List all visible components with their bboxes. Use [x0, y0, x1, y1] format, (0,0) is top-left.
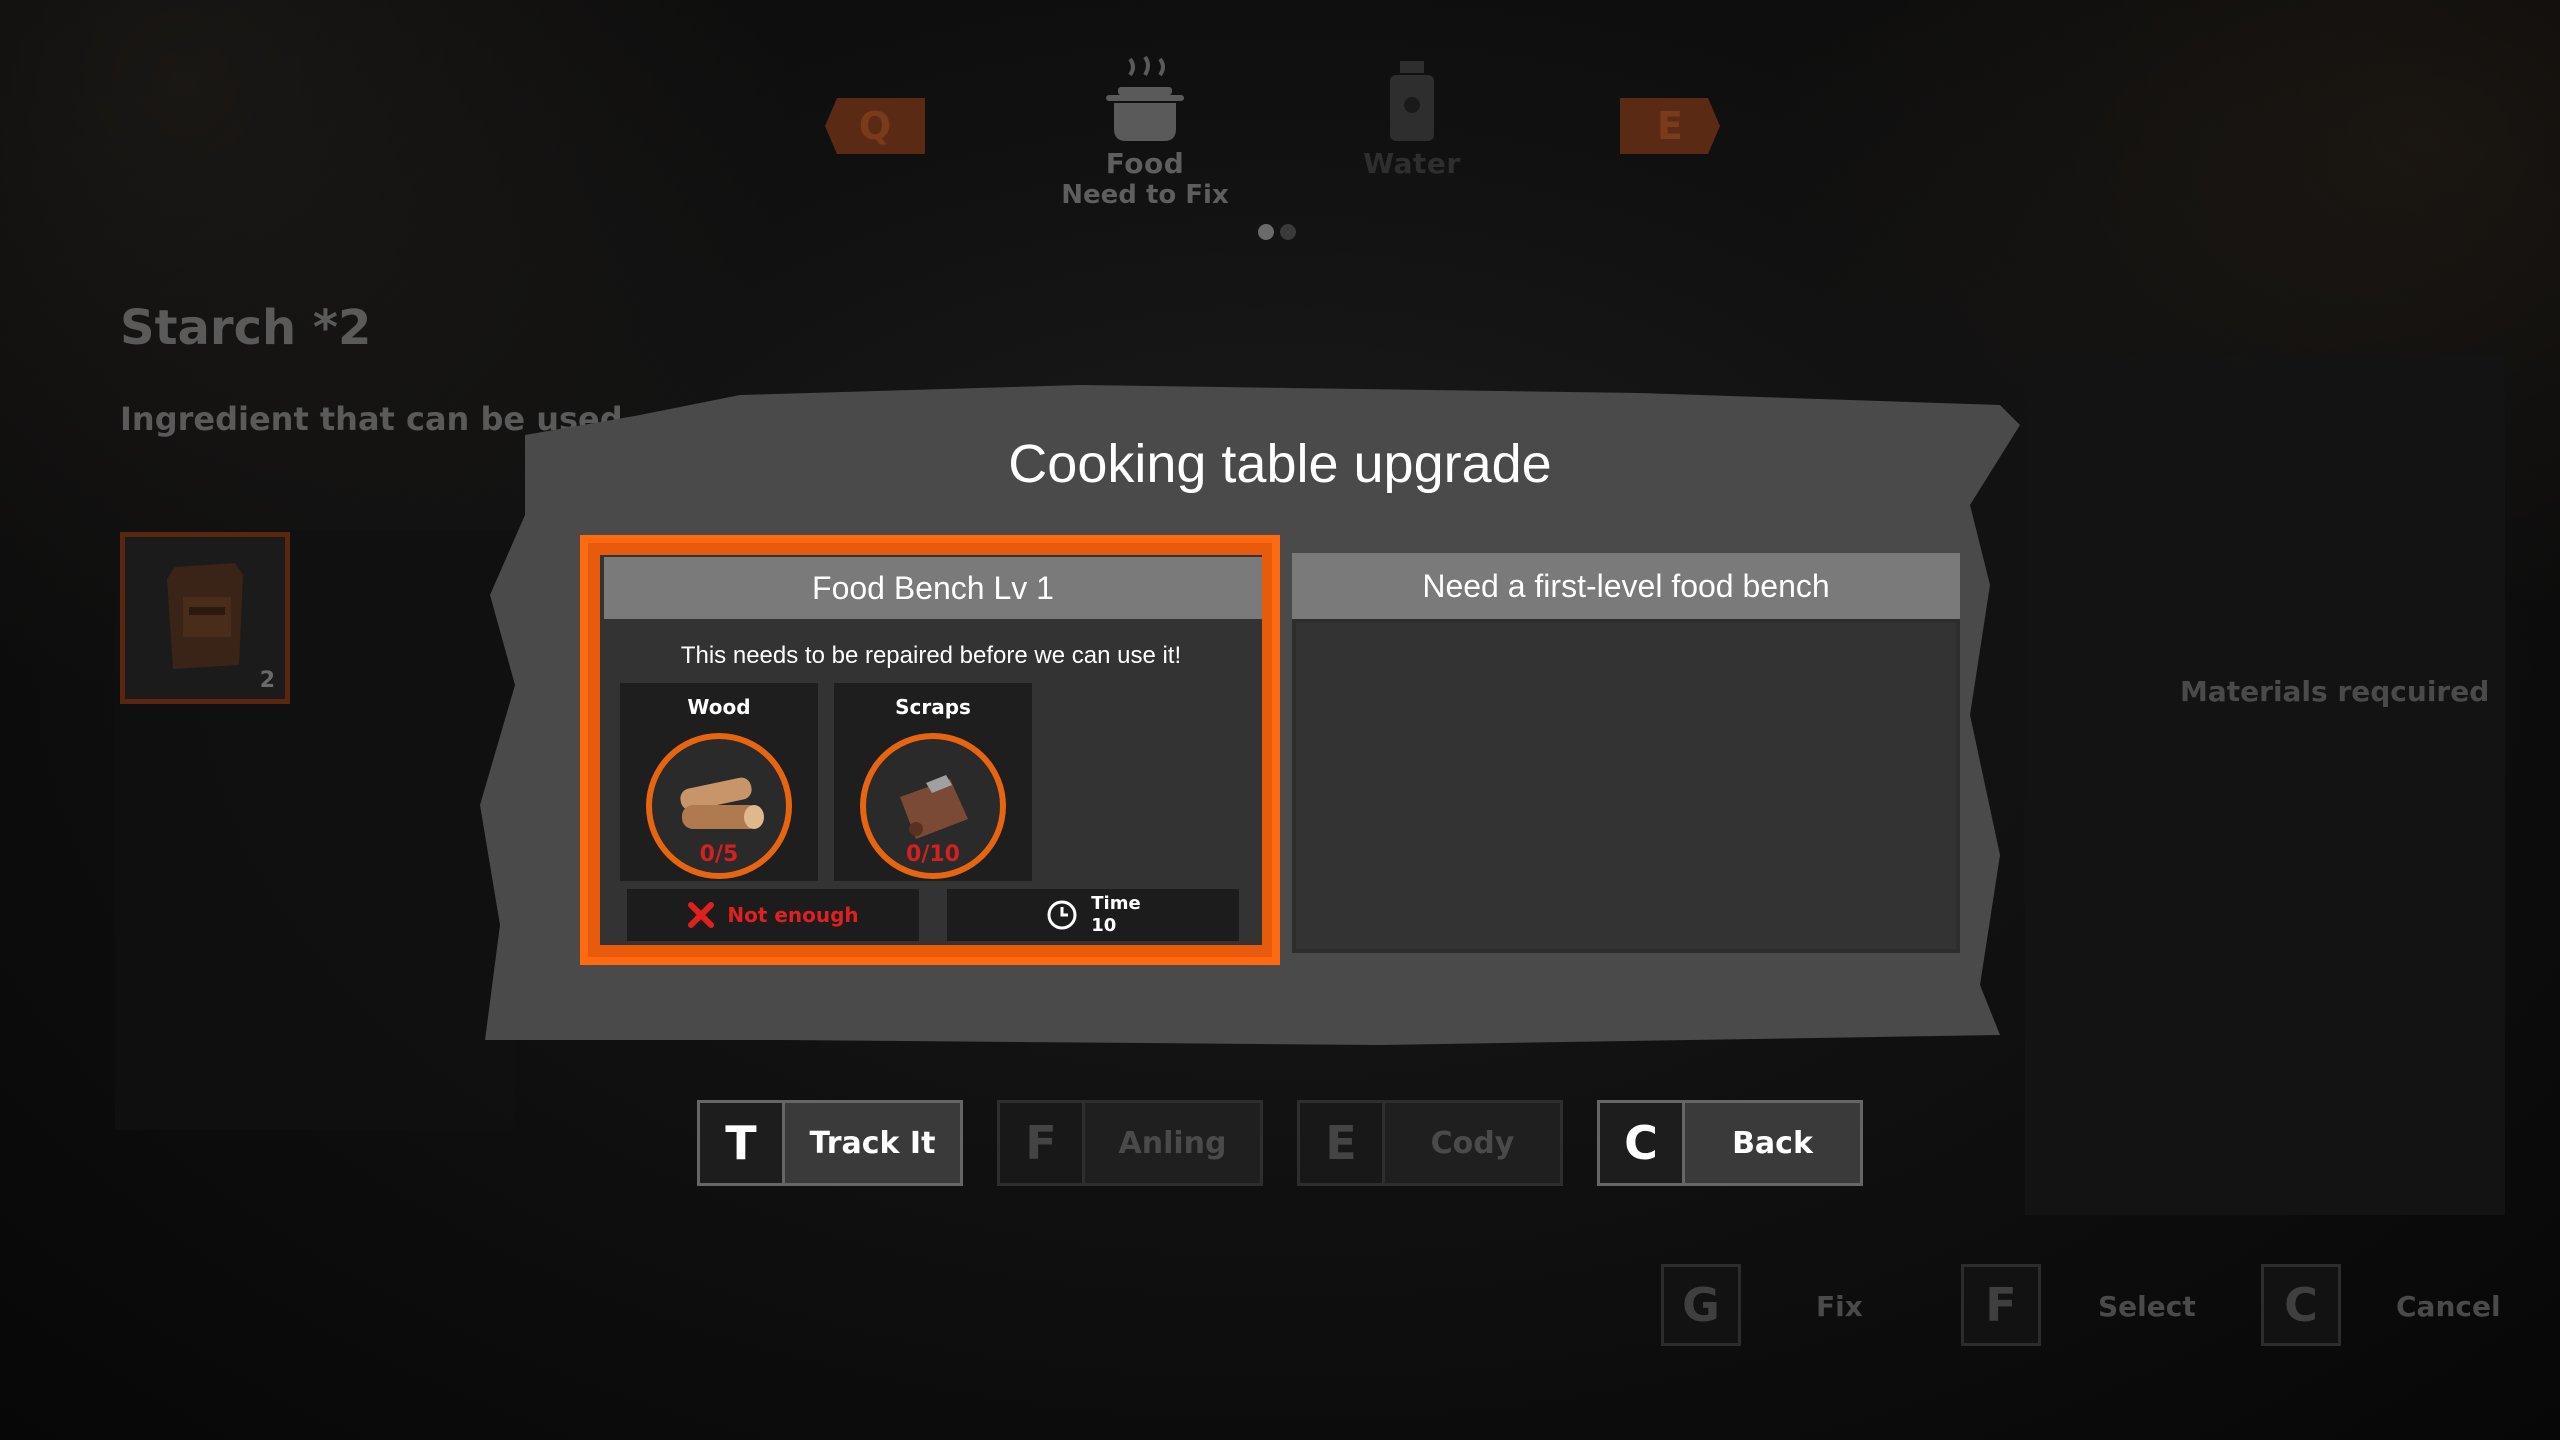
x-icon: [688, 902, 715, 928]
key-hint: T: [700, 1103, 785, 1183]
materials-required-label: Materials reqcuired: [2180, 675, 2490, 708]
select-label: Select: [2098, 1290, 2196, 1323]
upgrade-card-message: This needs to be repaired before we can …: [680, 642, 1182, 669]
right-panel-background: [2025, 355, 2505, 1215]
next-category-key[interactable]: E: [1620, 98, 1720, 154]
material-slot-scraps[interactable]: Scraps 0/10: [834, 683, 1032, 881]
cancel-key[interactable]: C: [2261, 1264, 2341, 1346]
dialog-title: Cooking table upgrade: [1008, 434, 1552, 494]
anling-button[interactable]: F Anling: [997, 1100, 1263, 1186]
category-status-food: Need to Fix: [1061, 180, 1229, 210]
fix-label: Fix: [1816, 1290, 1863, 1323]
requirement-status-text: Not enough: [727, 903, 859, 927]
material-ring: 0/5: [646, 733, 792, 879]
water-purifier-icon: [1390, 61, 1434, 141]
track-it-button[interactable]: T Track It: [697, 1100, 963, 1186]
cody-button[interactable]: E Cody: [1297, 1100, 1563, 1186]
time-value: 10: [1091, 915, 1117, 936]
time-label: Time: [1091, 893, 1141, 914]
material-name: Scraps: [895, 695, 971, 719]
material-quantity: 0/5: [699, 842, 739, 867]
cancel-label: Cancel: [2396, 1290, 2501, 1323]
page-dot-active: [1258, 224, 1274, 240]
upgrade-card-header: Food Bench Lv 1: [604, 557, 1262, 619]
category-label-water: Water: [1363, 147, 1461, 180]
cooking-pot-icon: [1106, 55, 1184, 141]
category-food[interactable]: Food Need to Fix: [1045, 55, 1245, 210]
item-slot-count: 2: [259, 668, 275, 693]
item-title: Starch *2: [120, 300, 372, 356]
material-name: Wood: [687, 695, 751, 719]
category-water[interactable]: Water: [1312, 55, 1512, 180]
upgrade-card-locked-header: Need a first-level food bench: [1292, 553, 1960, 619]
action-label: Back: [1685, 1103, 1860, 1183]
select-key[interactable]: F: [1961, 1264, 2041, 1346]
material-quantity: 0/10: [906, 842, 960, 867]
action-label: Anling: [1085, 1103, 1260, 1183]
key-hint: F: [1000, 1103, 1085, 1183]
requirement-status: Not enough: [627, 889, 919, 941]
back-button[interactable]: C Back: [1597, 1100, 1863, 1186]
action-label: Cody: [1385, 1103, 1560, 1183]
key-hint: C: [1600, 1103, 1685, 1183]
item-slot[interactable]: 2: [120, 532, 290, 704]
key-hint: E: [1300, 1103, 1385, 1183]
fix-key[interactable]: G: [1661, 1264, 1741, 1346]
upgrade-time: Time 10: [947, 889, 1239, 941]
page-indicator: [1258, 224, 1296, 240]
category-label-food: Food: [1105, 147, 1185, 180]
clock-icon: [1047, 900, 1077, 930]
material-slot-wood[interactable]: Wood 0/5: [620, 683, 818, 881]
upgrade-card-locked-body: [1296, 623, 1956, 949]
action-label: Track It: [785, 1103, 960, 1183]
page-dot: [1280, 224, 1296, 240]
prev-category-key[interactable]: Q: [825, 98, 925, 154]
category-nav: Q Food Need to Fix Water E: [0, 0, 2560, 260]
material-ring: 0/10: [860, 733, 1006, 879]
